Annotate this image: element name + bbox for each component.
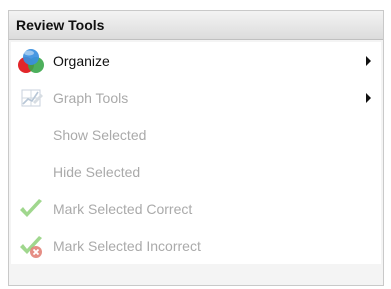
menu-item-organize[interactable]: Organize <box>11 42 381 79</box>
menu-list: Organize Graph Tools Show Selected Hide … <box>11 42 381 264</box>
menu-item-mark-correct[interactable]: Mark Selected Correct <box>11 190 381 227</box>
menu-item-label: Graph Tools <box>53 89 129 106</box>
menu-item-label: Mark Selected Correct <box>53 200 193 217</box>
menu-title: Review Tools <box>9 11 383 40</box>
menu-item-label: Show Selected <box>53 126 147 143</box>
menu-item-graph-tools[interactable]: Graph Tools <box>11 79 381 116</box>
organize-icon <box>17 47 49 75</box>
graph-tools-icon <box>17 84 49 112</box>
submenu-arrow-icon <box>366 55 371 66</box>
menu-item-label: Mark Selected Incorrect <box>53 237 201 254</box>
menu-item-show-selected[interactable]: Show Selected <box>11 116 381 153</box>
menu-item-label: Organize <box>53 52 110 69</box>
review-tools-menu: Review Tools Organize Graph Tools Show S… <box>8 10 384 286</box>
menu-item-label: Hide Selected <box>53 163 141 180</box>
checkmark-icon <box>17 195 49 223</box>
submenu-arrow-icon <box>366 92 371 103</box>
checkmark-x-icon <box>17 232 49 260</box>
menu-item-mark-incorrect[interactable]: Mark Selected Incorrect <box>11 227 381 264</box>
menu-item-hide-selected[interactable]: Hide Selected <box>11 153 381 190</box>
